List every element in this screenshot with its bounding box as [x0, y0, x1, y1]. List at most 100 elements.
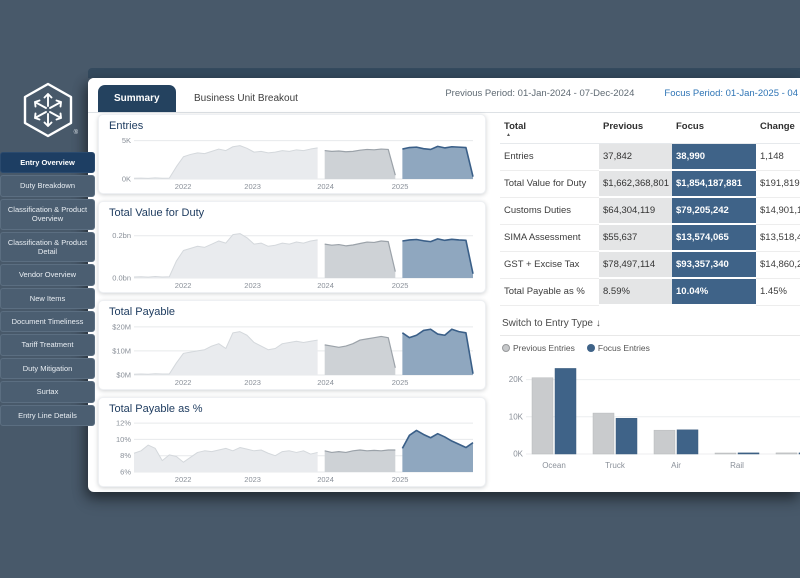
sidebar-item-surtax[interactable]: Surtax: [0, 381, 95, 402]
sidebar-item-classification-product-overview[interactable]: Classification & Product Overview: [0, 199, 95, 230]
table-row: Entries37,84238,9901,148: [500, 144, 800, 171]
table-cell: $13,518,428: [756, 224, 800, 251]
table-row: GST + Excise Tax$78,497,114$93,357,340$1…: [500, 251, 800, 278]
svg-text:Ocean: Ocean: [542, 461, 566, 470]
sidebar-item-vendor-overview[interactable]: Vendor Overview: [0, 264, 95, 285]
total-payable-area-chart[interactable]: $20M$10M$0M2022202320242025: [107, 319, 477, 387]
table-cell: $191,819,080: [756, 170, 800, 197]
sidebar-item-entry-line-details[interactable]: Entry Line Details: [0, 405, 95, 426]
svg-text:5K: 5K: [122, 136, 131, 145]
svg-text:$20M: $20M: [112, 322, 131, 331]
sidebar-item-entry-overview[interactable]: Entry Overview: [0, 152, 95, 173]
table-cell: $1,662,368,801: [599, 170, 672, 197]
sidebar-item-label: Duty Breakdown: [20, 181, 75, 190]
report-canvas: Summary Business Unit Breakout Previous …: [88, 78, 800, 492]
report-top-strip: [88, 68, 800, 78]
table-cell: Customs Duties: [500, 197, 599, 224]
column-header-label: Focus: [676, 121, 704, 132]
total-value-for-duty-area-chart[interactable]: 0.2bn0.0bn2022202320242025: [107, 220, 477, 290]
sidebar-item-duty-breakdown[interactable]: Duty Breakdown: [0, 175, 95, 196]
table-cell: Total Payable as %: [500, 278, 599, 305]
tab-business-unit-breakout[interactable]: Business Unit Breakout: [178, 85, 314, 112]
tab-bar: Summary Business Unit Breakout Previous …: [88, 78, 800, 113]
column-header-total[interactable]: Total▲: [500, 118, 599, 144]
sidebar: ® Entry OverviewDuty BreakdownClassifica…: [0, 0, 88, 578]
svg-text:Truck: Truck: [605, 461, 626, 470]
table-cell: $55,637: [599, 224, 672, 251]
table-cell: $79,205,242: [672, 197, 756, 224]
svg-text:2025: 2025: [392, 378, 409, 387]
chart-card-total-value-for-duty: Total Value for Duty 0.2bn0.0bn202220232…: [98, 201, 486, 293]
previous-legend-dot-icon: [502, 344, 510, 352]
sidebar-item-document-timeliness[interactable]: Document Timeliness: [0, 311, 95, 332]
column-header-label: Previous: [603, 121, 643, 132]
focus-legend-dot-icon: [587, 344, 595, 352]
legend-item-focus[interactable]: Focus Entries: [587, 343, 650, 353]
summary-panel: Total▲ Previous Focus Change Entries37,8423…: [500, 118, 800, 488]
svg-text:2022: 2022: [175, 378, 192, 387]
period-labels: Previous Period: 01-Jan-2024 - 07-Dec-20…: [445, 88, 798, 99]
column-header-change[interactable]: Change: [756, 118, 800, 144]
svg-text:Air: Air: [671, 461, 681, 470]
svg-text:2023: 2023: [244, 475, 261, 484]
table-cell: 38,990: [672, 144, 756, 171]
table-cell: $13,574,065: [672, 224, 756, 251]
summary-table: Total▲ Previous Focus Change Entries37,8423…: [500, 118, 800, 306]
svg-text:2024: 2024: [317, 281, 334, 290]
svg-text:0K: 0K: [122, 175, 131, 184]
column-header-label: Change: [760, 121, 795, 132]
chart-title: Total Value for Duty: [109, 207, 477, 219]
chart-title: Total Payable as %: [109, 403, 477, 415]
sidebar-item-label: Classification & Product Overview: [8, 205, 87, 223]
sidebar-item-classification-product-detail[interactable]: Classification & Product Detail: [0, 232, 95, 263]
tab-summary[interactable]: Summary: [98, 85, 176, 112]
svg-text:2025: 2025: [392, 281, 409, 290]
table-cell: 8.59%: [599, 278, 672, 305]
column-header-previous[interactable]: Previous: [599, 118, 672, 144]
table-cell: $1,854,187,881: [672, 170, 756, 197]
svg-text:2022: 2022: [175, 475, 192, 484]
column-header-focus[interactable]: Focus: [672, 118, 756, 144]
legend-label: Focus Entries: [598, 343, 650, 353]
table-row: SIMA Assessment$55,637$13,574,065$13,518…: [500, 224, 800, 251]
svg-text:2022: 2022: [175, 182, 192, 191]
entry-type-toggle[interactable]: Switch to Entry Type ↓: [500, 315, 800, 336]
legend-item-previous[interactable]: Previous Entries: [502, 343, 575, 353]
table-cell: $14,860,226: [756, 251, 800, 278]
svg-text:2024: 2024: [317, 475, 334, 484]
sidebar-item-label: Classification & Product Detail: [8, 238, 87, 256]
svg-text:2023: 2023: [244, 378, 261, 387]
table-cell: 37,842: [599, 144, 672, 171]
table-cell: 1.45%: [756, 278, 800, 305]
table-cell: Total Value for Duty: [500, 170, 599, 197]
chart-title: Entries: [109, 120, 477, 132]
chart-card-total-payable: Total Payable $20M$10M$0M202220232024202…: [98, 300, 486, 390]
sidebar-item-duty-mitigation[interactable]: Duty Mitigation: [0, 358, 95, 379]
focus-period-label: Focus Period: 01-Jan-2025 - 04: [664, 88, 798, 99]
svg-text:8%: 8%: [120, 451, 131, 460]
svg-text:10K: 10K: [509, 412, 524, 421]
sidebar-item-new-items[interactable]: New Items: [0, 288, 95, 309]
sidebar-item-label: New Items: [30, 294, 65, 303]
svg-text:12%: 12%: [116, 419, 131, 428]
entry-type-bar-chart[interactable]: 0K10K20KOceanTruckAirRail: [500, 356, 800, 474]
table-cell: 10.04%: [672, 278, 756, 305]
total-payable-as-pct-area-chart[interactable]: 12%10%8%6%2022202320242025: [107, 416, 477, 484]
table-cell: $64,304,119: [599, 197, 672, 224]
registered-mark: ®: [74, 130, 78, 136]
sidebar-item-label: Surtax: [37, 387, 59, 396]
svg-text:2023: 2023: [244, 281, 261, 290]
entries-area-chart[interactable]: 5K0K2022202320242025: [107, 133, 477, 191]
svg-text:20K: 20K: [509, 375, 524, 384]
legend-label: Previous Entries: [513, 343, 575, 353]
svg-text:2025: 2025: [392, 475, 409, 484]
table-cell: GST + Excise Tax: [500, 251, 599, 278]
table-row: Total Value for Duty$1,662,368,801$1,854…: [500, 170, 800, 197]
table-cell: 1,148: [756, 144, 800, 171]
sidebar-item-tariff-treatment[interactable]: Tariff Treatment: [0, 334, 95, 355]
svg-text:2024: 2024: [317, 182, 334, 191]
sidebar-item-label: Entry Line Details: [18, 411, 77, 420]
sidebar-nav: Entry Overview Duty Breakdown Classificati…: [0, 152, 95, 426]
table-row: Customs Duties$64,304,119$79,205,242$14,…: [500, 197, 800, 224]
sidebar-item-label: Tariff Treatment: [22, 340, 74, 349]
